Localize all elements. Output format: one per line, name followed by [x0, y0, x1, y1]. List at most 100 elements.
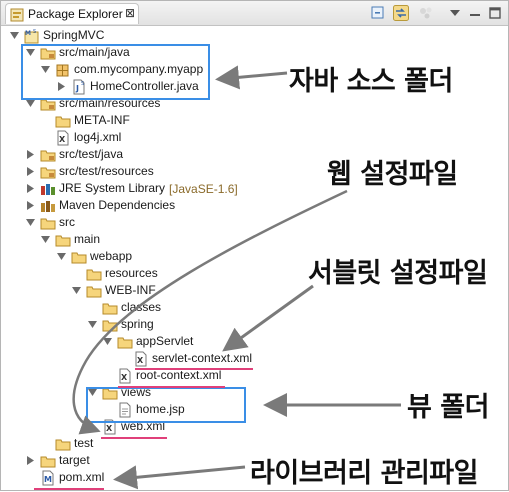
focus-task-icon[interactable] [418, 5, 434, 21]
java-source-highlight [21, 44, 210, 100]
close-icon[interactable]: ⊠ [125, 6, 135, 20]
tree-item[interactable]: target [25, 452, 90, 469]
xml-file-icon: X [55, 130, 71, 146]
package-explorer-tab[interactable]: Package Explorer ⊠ [5, 3, 139, 24]
tree-item[interactable]: webapp [56, 248, 132, 265]
tree-item-label: test [74, 436, 94, 450]
arrow-servlet-config [222, 284, 314, 352]
tree-item[interactable]: JRE System Library [JavaSE-1.6] [25, 180, 238, 197]
view-menu-icon[interactable] [447, 5, 463, 21]
expand-toggle-icon[interactable] [71, 282, 83, 299]
folder-icon [71, 249, 87, 265]
collapse-toggle-icon[interactable] [25, 163, 37, 180]
package-explorer-view: Package Explorer ⊠ M S SpringMVC src/main/j… [0, 0, 509, 491]
collapse-toggle-icon[interactable] [25, 452, 37, 469]
view-toolbar: Package Explorer ⊠ [1, 1, 508, 26]
tree-item[interactable]: src/test/java [25, 146, 123, 163]
tree-item-label: classes [121, 300, 162, 314]
tree-item-label: main [74, 232, 101, 246]
maven-pom-icon: M [40, 470, 56, 486]
maximize-icon[interactable] [487, 5, 503, 21]
tree-item-decoration: [JavaSE-1.6] [169, 181, 238, 196]
folder-icon [40, 215, 56, 231]
svg-text:S: S [33, 29, 36, 35]
maven-project-icon: MS [24, 28, 40, 44]
tree-item[interactable]: src/test/resources [25, 163, 154, 180]
tree-item-label: target [59, 453, 90, 467]
folder-icon [102, 317, 118, 333]
tree-item-label: pom.xml [59, 470, 105, 484]
tree-item[interactable]: M S SpringMVC [9, 27, 104, 44]
tree-item[interactable]: spring [87, 316, 154, 333]
annotation-web-config: 웹 설정파일 [327, 159, 458, 190]
source-folder-icon [40, 147, 56, 163]
tree-item[interactable]: WEB-INF [71, 282, 156, 299]
source-folder-icon [40, 164, 56, 180]
annotation-servlet-config: 서블릿 설정파일 [308, 258, 488, 289]
tree-item-label: resources [105, 266, 158, 280]
expand-toggle-icon[interactable] [56, 248, 68, 265]
tree-item-label: JRE System Library [59, 181, 166, 195]
root-context-underline [118, 386, 225, 388]
expand-toggle-icon[interactable] [9, 27, 21, 44]
collapse-toggle-icon[interactable] [25, 180, 37, 197]
link-with-editor-icon[interactable] [393, 5, 409, 21]
collapse-toggle-icon[interactable] [25, 146, 37, 163]
tree-item[interactable]: META-INF [40, 112, 130, 129]
arrow-library-config [113, 465, 246, 490]
tree-item-label: src/test/java [59, 147, 124, 161]
annotation-view-folder: 뷰 폴더 [407, 392, 489, 423]
xml-file-icon: X [133, 351, 149, 367]
tree-item[interactable]: resources [71, 265, 158, 282]
tree-item-label: WEB-INF [105, 283, 156, 297]
svg-text:X: X [59, 135, 66, 144]
tree-item[interactable]: src [25, 214, 75, 231]
tree-item-label: spring [121, 317, 154, 331]
folder-icon [86, 283, 102, 299]
folder-icon [40, 453, 56, 469]
tree-item[interactable]: test [40, 435, 93, 452]
svg-text:M: M [25, 30, 31, 37]
tree-item[interactable]: main [40, 231, 100, 248]
tree-item[interactable]: classes [87, 299, 161, 316]
arrow-java-source [215, 65, 288, 90]
folder-icon [55, 232, 71, 248]
annotation-library-config: 라이브러리 관리파일 [250, 458, 478, 489]
tree-item[interactable]: Xlog4j.xml [40, 129, 121, 146]
svg-text:M: M [44, 475, 52, 484]
folder-icon [55, 436, 71, 452]
tree-item-label: appServlet [136, 334, 194, 348]
svg-text:X: X [137, 356, 144, 365]
expand-toggle-icon[interactable] [40, 231, 52, 248]
tree-item-label: webapp [90, 249, 133, 263]
svg-text:X: X [106, 424, 113, 433]
maven-library-icon [40, 198, 56, 214]
expand-toggle-icon[interactable] [87, 316, 99, 333]
tree-item-label: META-INF [74, 113, 130, 127]
tree-item[interactable]: Xservlet-context.xml [118, 350, 252, 367]
tree-item[interactable]: appServlet [102, 333, 193, 350]
minimize-icon[interactable] [467, 5, 483, 21]
tree-item[interactable]: Mpom.xml [25, 469, 104, 486]
expand-toggle-icon[interactable] [102, 333, 114, 350]
folder-icon [55, 113, 71, 129]
web-xml-underline [101, 437, 167, 439]
expand-toggle-icon[interactable] [25, 214, 37, 231]
package-explorer-icon [10, 8, 24, 22]
collapse-all-icon[interactable] [370, 5, 386, 21]
library-icon [40, 181, 56, 197]
tree-item-label: Maven Dependencies [59, 198, 176, 212]
collapse-toggle-icon[interactable] [25, 197, 37, 214]
svg-text:X: X [121, 373, 128, 382]
annotation-java-source: 자바 소스 폴더 [289, 66, 453, 97]
tree-item-label: src/test/resources [59, 164, 154, 178]
tree-item[interactable]: Maven Dependencies [25, 197, 175, 214]
tree-item-label: SpringMVC [43, 28, 105, 42]
